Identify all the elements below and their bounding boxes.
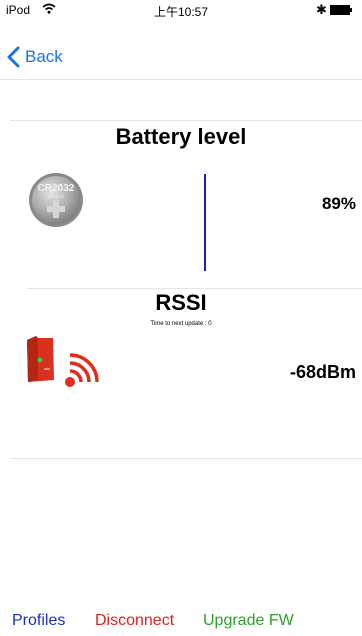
battery-icon [330,5,352,15]
status-bar: iPod 上午10:57 ✱ [0,0,362,20]
sensor-tag-icon [27,336,54,382]
coin-sublabel: 3 VOLTS [48,194,64,199]
bluetooth-icon: ✱ [316,2,327,17]
battery-level-bar [204,174,206,271]
signal-strength-icon [65,353,99,387]
divider [10,120,362,121]
divider [27,288,362,289]
profiles-button[interactable]: Profiles [12,612,65,630]
coin-label: CR2032 [38,183,75,194]
coin-battery-icon: CR2032 3 VOLTS [29,173,83,227]
battery-level-value: 89% [321,194,356,213]
battery-title: Battery level [115,124,247,149]
status-time: 上午10:57 [153,5,209,19]
chevron-left-icon [7,46,20,68]
next-update-label: Time to next update : 0 [150,321,212,327]
navigation-bar: Back [0,20,362,80]
bottom-toolbar: Profiles Disconnect Upgrade FW [0,608,362,636]
nav-divider [0,79,362,80]
disconnect-button[interactable]: Disconnect [95,612,174,630]
rssi-title: RSSI [155,290,207,315]
rssi-value: -68dBm [289,362,356,382]
divider [10,458,362,459]
back-button[interactable]: Back [6,44,63,70]
upgrade-fw-button[interactable]: Upgrade FW [203,612,294,630]
back-label: Back [25,47,63,66]
